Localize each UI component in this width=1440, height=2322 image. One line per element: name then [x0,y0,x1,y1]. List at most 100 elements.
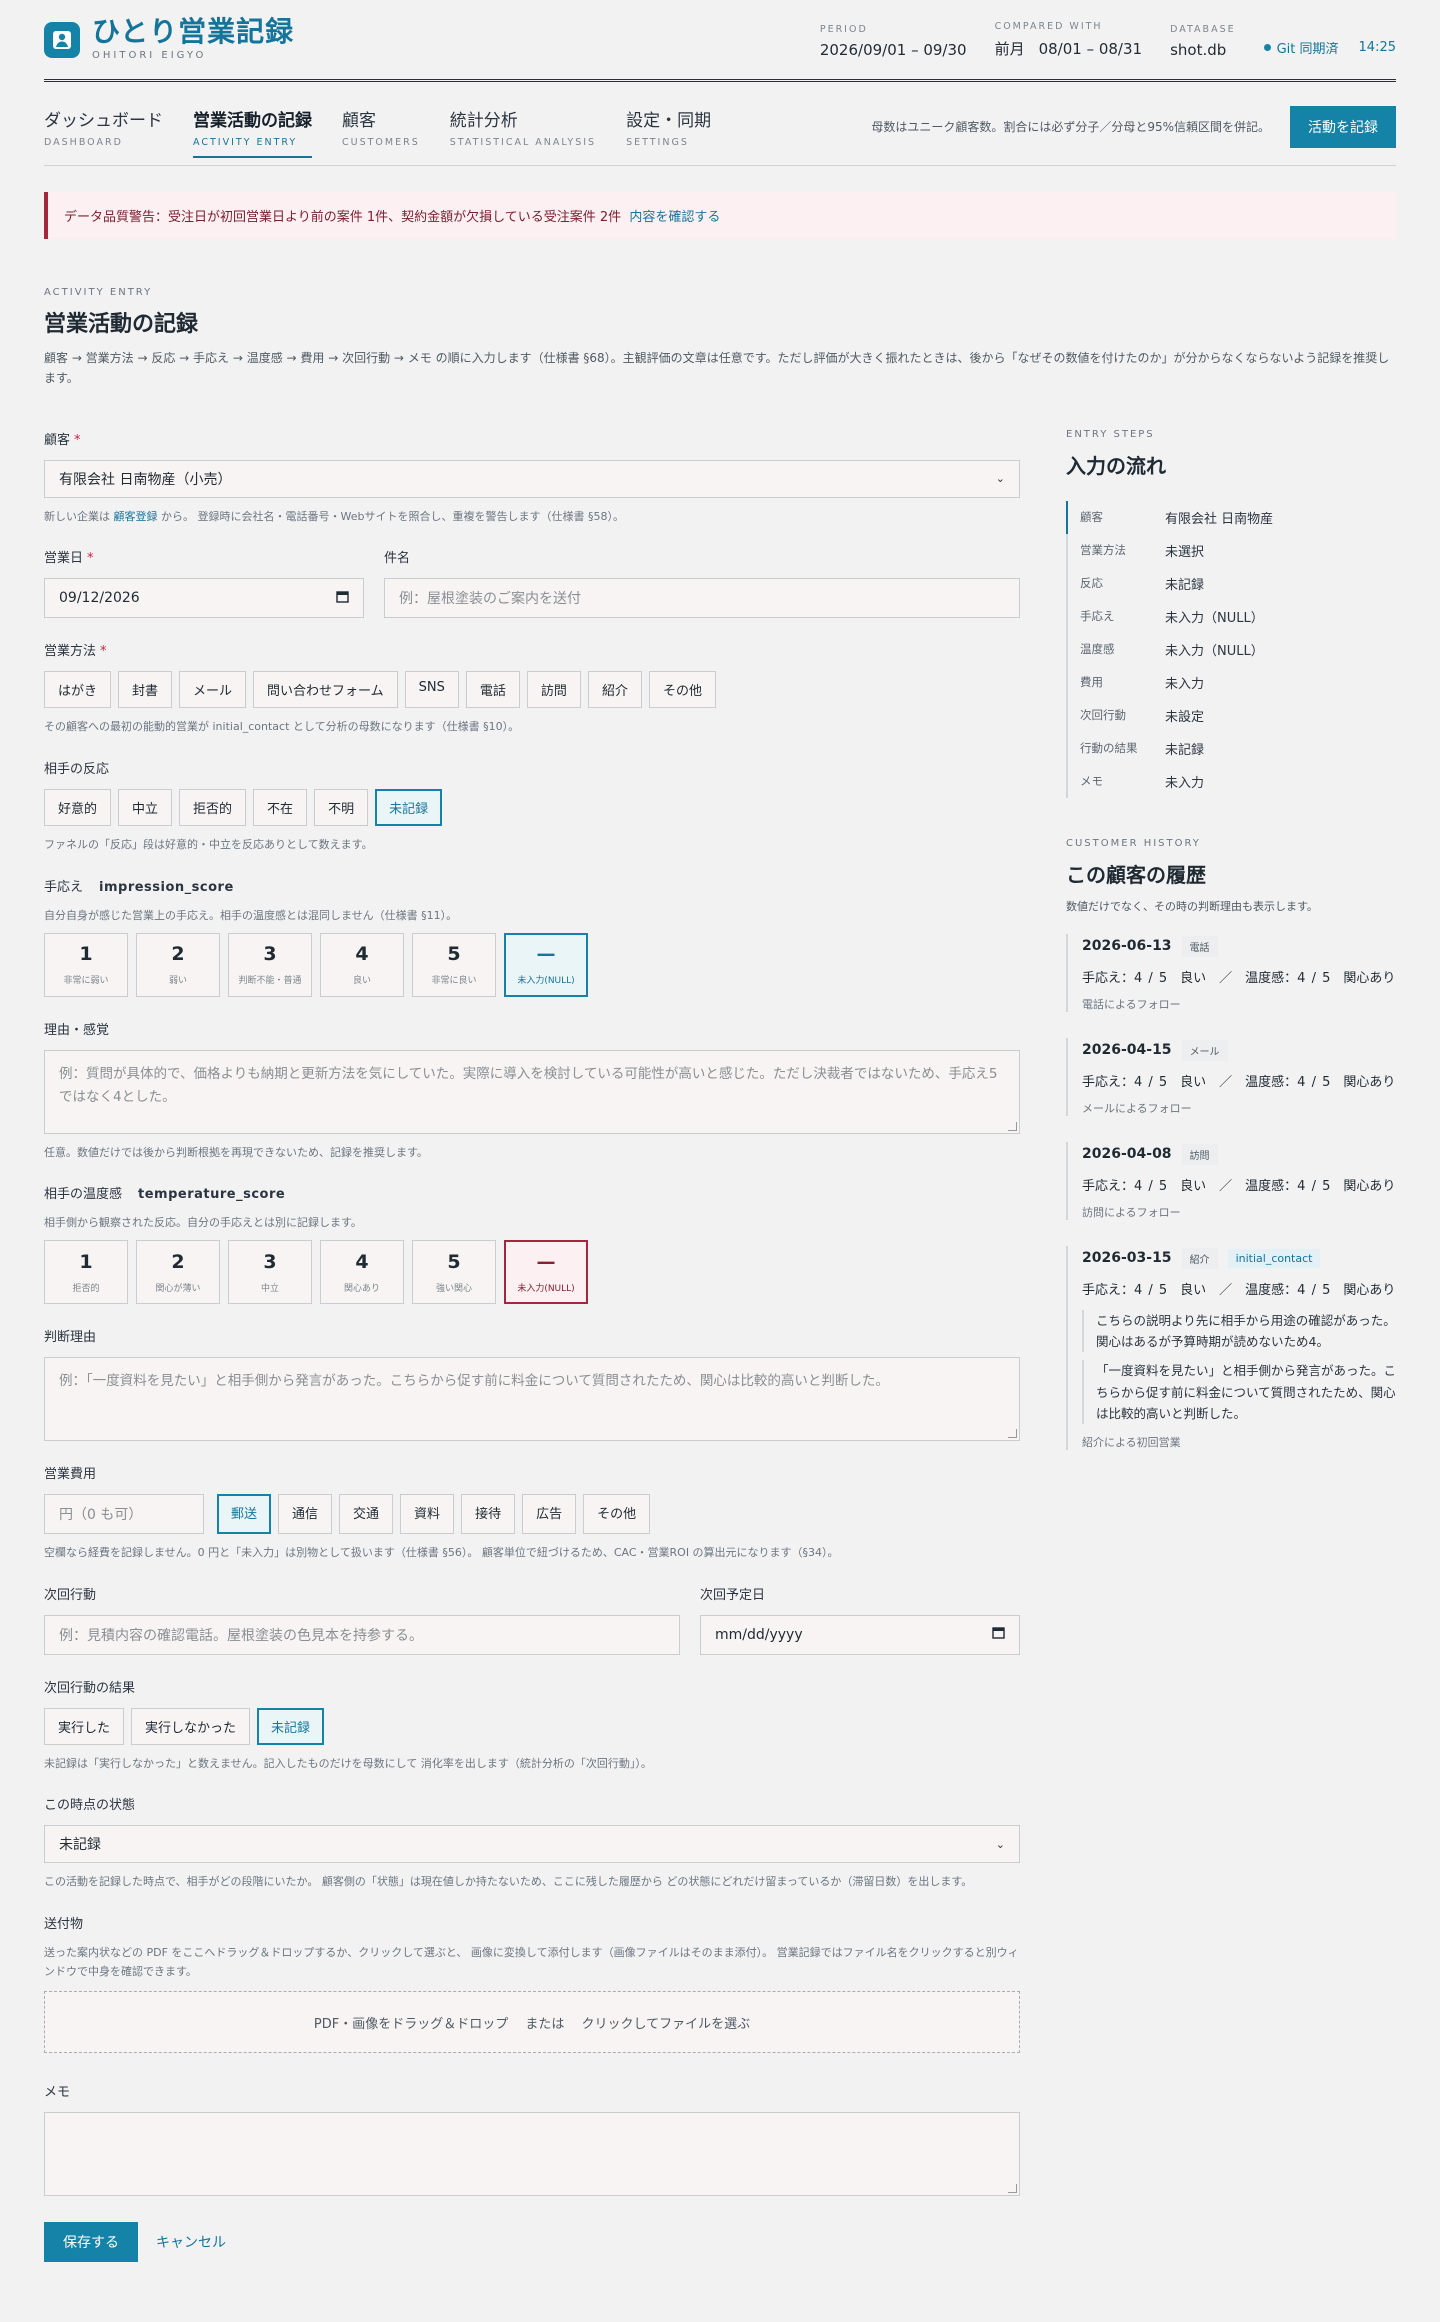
reaction-option-neutral[interactable]: 中立 [118,788,173,826]
next-action-input[interactable]: 例：見積内容の確認電話。屋根塗装の色見本を持参する。 [44,1614,680,1655]
tab-statistical-analysis[interactable]: 統計分析 STATISTICAL ANALYSIS [450,98,596,156]
state-help: この活動を記録した時点で、相手がどの段階にいたか。 顧客側の「状態」は現在値しか… [44,1875,973,1889]
method-option-phone[interactable]: 電話 [465,671,520,709]
record-activity-button[interactable]: 活動を記録 [1290,105,1396,148]
temperature-score-4[interactable]: 4 関心あり [320,1240,404,1305]
method-option-sns[interactable]: SNS [404,671,459,709]
nav-right: 母数はユニーク顧客数。割合には必ず分子／分母と95%信頼区間を併記。 活動を記録 [871,105,1396,148]
score-number: 1 [79,943,93,966]
impression-score-2[interactable]: 2 弱い [136,932,220,997]
brand[interactable]: ひとり営業記録 OHITORI EIGYO [44,18,294,61]
impression-reason-label: 理由・感覚 [44,1022,110,1038]
file-dropzone[interactable]: PDF・画像をドラッグ＆ドロップ または クリックしてファイルを選ぶ [44,1991,1020,2054]
database-value[interactable]: shot.db [1170,41,1236,59]
cost-category-materials[interactable]: 資料 [400,1494,455,1535]
method-option-referral[interactable]: 紹介 [587,671,642,709]
subject-input[interactable]: 例：屋根塗装のご案内を送付 [384,578,1020,619]
history-scores: 手応え：4 / 5 良い ／ 温度感：4 / 5 関心あり [1082,1178,1396,1194]
next-action-label: 次回行動 [44,1587,97,1603]
impression-score-3[interactable]: 3 判断不能・普通 [228,932,312,997]
compared-value-group[interactable]: 前月 08/01 – 08/31 [995,38,1143,59]
score-number: 3 [263,1250,277,1273]
history-item-top: 2026-04-08 訪問 [1082,1143,1396,1165]
history-scores: 手応え：4 / 5 良い ／ 温度感：4 / 5 関心あり [1082,1282,1396,1298]
method-option-contact-form[interactable]: 問い合わせフォーム [253,671,398,709]
tab-sublabel: STATISTICAL ANALYSIS [449,136,597,148]
next-result-help: 未記録は「実行しなかった」と数えません。記入したものだけを母数にして 消化率を出… [44,1756,652,1770]
cost-amount-input[interactable]: 円（0 も可） [44,1494,204,1535]
memo-label: メモ [44,2085,71,2101]
subject-label: 件名 [384,551,411,567]
calendar-icon[interactable] [336,590,349,607]
history-method-tag: 訪問 [1181,1143,1218,1165]
history-item[interactable]: 2026-04-15 メール 手応え：4 / 5 良い ／ 温度感：4 / 5 関… [1066,1037,1396,1116]
impression-score-4[interactable]: 4 良い [320,932,404,997]
period-value[interactable]: 2026/09/01 – 09/30 [820,41,967,59]
tab-activity-entry[interactable]: 営業活動の記録 ACTIVITY ENTRY [193,98,312,158]
method-option-postcard[interactable]: はがき [44,671,112,709]
customer-select[interactable]: 有限会社 日南物産（小売） ⌄ [44,459,1020,498]
step-value: 未記録 [1165,742,1205,758]
next-date-input[interactable]: mm/dd/yyyy [700,1614,1020,1655]
reaction-option-positive[interactable]: 好意的 [44,788,112,826]
history-item[interactable]: 2026-03-15 紹介 initial_contact 手応え：4 / 5 良い… [1066,1245,1396,1451]
reaction-option-absent[interactable]: 不在 [253,788,308,826]
tab-settings[interactable]: 設定・同期 SETTINGS [626,98,711,156]
cost-category-other[interactable]: その他 [583,1494,651,1535]
sales-date-input[interactable]: 09/12/2026 [44,578,364,619]
temperature-reason-textarea[interactable]: 例：「一度資料を見たい」と相手側から発言があった。こちらから促す前に料金について… [44,1357,1020,1442]
save-button[interactable]: 保存する [44,2222,138,2263]
history-item[interactable]: 2026-04-08 訪問 手応え：4 / 5 良い ／ 温度感：4 / 5 関心… [1066,1141,1396,1220]
method-option-other[interactable]: その他 [648,671,716,709]
cost-category-postage[interactable]: 郵送 [217,1494,272,1535]
reaction-option-negative[interactable]: 拒否的 [179,788,247,826]
next-result-unrecorded[interactable]: 未記録 [257,1707,325,1745]
customer-select-value: 有限会社 日南物産（小売） [59,471,232,488]
cost-category-entertainment[interactable]: 接待 [461,1494,516,1535]
reaction-option-unrecorded[interactable]: 未記録 [375,788,443,826]
next-result-done[interactable]: 実行した [44,1707,125,1745]
impression-score-null[interactable]: — 未入力(NULL) [504,932,588,997]
cost-category-communication[interactable]: 通信 [278,1494,333,1535]
customer-register-link[interactable]: 顧客登録 [114,510,158,523]
method-option-email[interactable]: メール [179,671,247,709]
nav-note: 母数はユニーク顧客数。割合には必ず分子／分母と95%信頼区間を併記。 [871,120,1270,134]
memo-textarea[interactable] [44,2112,1020,2197]
tab-customers[interactable]: 顧客 CUSTOMERS [342,98,420,156]
step-key: 次回行動 [1080,708,1126,723]
required-mark: * [74,432,81,448]
method-help: その顧客への最初の能動的営業が initial_contact として分析の母数… [44,720,520,734]
temperature-score-2[interactable]: 2 関心が薄い [136,1240,220,1305]
temperature-score-3[interactable]: 3 中立 [228,1240,312,1305]
page: ひとり営業記録 OHITORI EIGYO PERIOD 2026/09/01 … [0,0,1440,2322]
cancel-button[interactable]: キャンセル [156,2232,226,2252]
reaction-option-unknown[interactable]: 不明 [314,788,369,826]
temperature-score-1[interactable]: 1 拒否的 [44,1240,128,1305]
method-option-visit[interactable]: 訪問 [526,671,581,709]
tab-label: ダッシュボード [44,110,163,131]
tab-dashboard[interactable]: ダッシュボード DASHBOARD [44,98,163,156]
history-item[interactable]: 2026-06-13 電話 手応え：4 / 5 良い ／ 温度感：4 / 5 関心… [1066,933,1396,1012]
score-number: — [536,943,556,966]
impression-score-1[interactable]: 1 非常に弱い [44,932,128,997]
impression-score-5[interactable]: 5 非常に良い [412,932,496,997]
method-options: はがき 封書 メール 問い合わせフォーム SNS 電話 訪問 紹介 その他 [44,671,1020,709]
method-option-letter[interactable]: 封書 [118,671,173,709]
step-next-action: 次回行動 未設定 [1066,698,1396,732]
date-label: 営業日 * [44,547,364,566]
state-select[interactable]: 未記録 ⌄ [44,1825,1020,1864]
temperature-score-null[interactable]: — 未入力(NULL) [504,1240,588,1305]
temperature-score-5[interactable]: 5 強い関心 [412,1240,496,1305]
calendar-icon[interactable] [992,1626,1005,1643]
attachment-label: 送付物 [44,1916,84,1932]
section-label: ACTIVITY ENTRY [44,287,153,298]
impression-reason-textarea[interactable]: 例：質問が具体的で、価格よりも納期と更新方法を気にしていた。実際に導入を検討して… [44,1049,1020,1134]
next-result-not-done[interactable]: 実行しなかった [131,1707,251,1745]
cost-category-advertising[interactable]: 広告 [522,1494,577,1535]
sync-status[interactable]: Git 同期済 14:25 [1263,38,1396,59]
warning-review-link[interactable]: 内容を確認する [629,210,720,225]
next-date-placeholder: mm/dd/yyyy [715,1626,803,1643]
state-label: この時点の状態 [44,1798,136,1814]
customer-field: 顧客 * 有限会社 日南物産（小売） ⌄ 新しい企業は 顧客登録 から。 登録時に会… [44,429,1020,526]
cost-category-transport[interactable]: 交通 [339,1494,394,1535]
